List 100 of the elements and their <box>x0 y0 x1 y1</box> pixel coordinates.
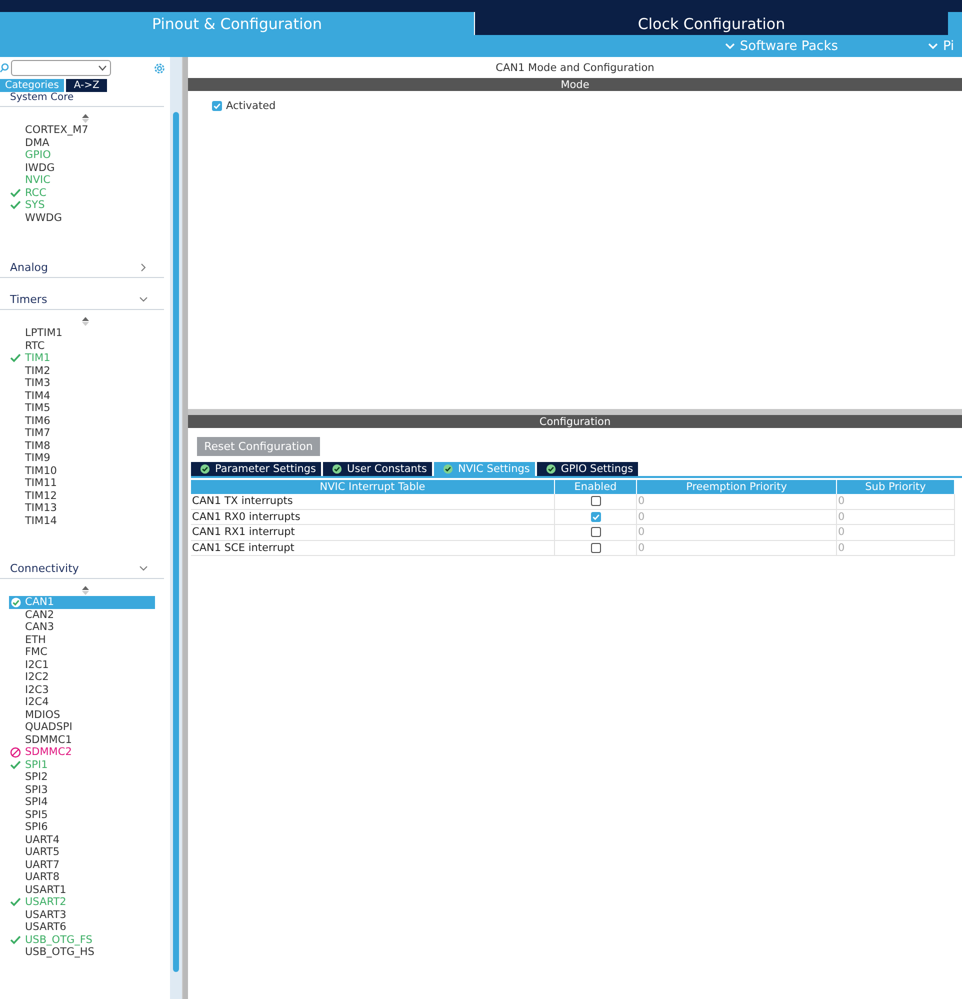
sidebar-item[interactable]: TIM11 <box>9 477 156 490</box>
sidebar-item[interactable]: SPI4 <box>9 796 156 808</box>
panel-title: CAN1 Mode and Configuration <box>494 60 656 76</box>
settings-icon[interactable] <box>153 62 166 74</box>
check-circle-icon <box>332 464 342 474</box>
sidebar-item[interactable]: TIM7 <box>9 427 156 440</box>
enabled-checkbox[interactable] <box>591 542 601 553</box>
sidebar-item[interactable]: TIM5 <box>9 402 156 414</box>
check-icon <box>592 512 600 521</box>
chevron-down-icon <box>139 295 148 304</box>
sidebar-item[interactable]: DMA <box>9 136 156 149</box>
section-heading[interactable]: System Core <box>0 92 164 107</box>
sidebar-item[interactable]: I2C2 <box>9 671 156 684</box>
sidebar-item[interactable]: USB_OTG_HS <box>9 946 156 958</box>
sidebar-item[interactable]: TIM12 <box>9 490 156 502</box>
sidebar-item[interactable]: CAN3 <box>9 621 156 634</box>
table-cell: 0 <box>637 494 837 510</box>
sidebar-item[interactable]: UART4 <box>9 834 156 846</box>
check-icon <box>10 760 21 770</box>
scrollbar-thumb[interactable] <box>173 112 180 972</box>
sidebar-item[interactable]: UART8 <box>9 871 156 884</box>
sidebar-item[interactable]: TIM10 <box>9 464 156 477</box>
sidebar-item[interactable]: UART7 <box>9 858 156 871</box>
sidebar-item[interactable]: I2C3 <box>9 684 156 696</box>
sidebar-item[interactable]: TIM2 <box>9 364 156 377</box>
table-cell: 0 <box>837 540 955 556</box>
enabled-checkbox[interactable] <box>591 512 601 522</box>
table-cell: 0 <box>837 494 955 510</box>
table-cell: 0 <box>637 510 837 525</box>
chevron-down-icon <box>724 42 735 50</box>
enabled-checkbox[interactable] <box>591 496 601 506</box>
table-cell: 0 <box>637 540 837 556</box>
sidebar-item[interactable]: WWDG <box>9 212 156 224</box>
sidebar-item[interactable]: TIM4 <box>9 390 156 402</box>
search-field[interactable] <box>11 60 111 76</box>
sidebar-item[interactable]: TIM3 <box>9 377 156 390</box>
sidebar-item[interactable]: TIM8 <box>9 440 156 452</box>
chevron-right-icon <box>139 263 148 272</box>
sidebar-item[interactable]: RTC <box>9 340 156 352</box>
sidebar-item[interactable]: SDMMC1 <box>9 734 156 746</box>
sidebar-item[interactable]: SPI2 <box>9 771 156 784</box>
table-cell: 0 <box>837 510 955 525</box>
main-tab[interactable]: Clock Configuration <box>474 12 948 35</box>
sidebar-item[interactable]: I2C1 <box>9 658 156 671</box>
check-circle-icon <box>546 464 556 474</box>
settings-tab[interactable]: Parameter Settings <box>191 462 322 476</box>
sidebar-item[interactable]: TIM14 <box>9 514 156 527</box>
table-cell: 0 <box>837 525 955 540</box>
settings-tab[interactable]: GPIO Settings <box>536 462 638 476</box>
sidebar-item[interactable]: CORTEX_M7 <box>9 124 156 136</box>
check-icon <box>10 188 21 198</box>
check-icon <box>10 200 21 210</box>
sidebar-item[interactable]: USART1 <box>9 884 156 896</box>
sidebar-item[interactable]: TIM9 <box>9 452 156 464</box>
sort-icon[interactable] <box>82 114 89 123</box>
sidebar-item[interactable]: LPTIM1 <box>9 327 156 340</box>
section-header: Configuration <box>188 415 962 428</box>
prohibited-icon <box>10 747 21 758</box>
section-heading[interactable]: Connectivity <box>0 559 164 579</box>
sidebar-item[interactable]: TIM13 <box>9 502 156 514</box>
sidebar-item[interactable]: MDIOS <box>9 708 156 721</box>
sidebar-item[interactable]: SPI5 <box>9 808 156 821</box>
sidebar-item[interactable]: CAN2 <box>9 608 156 621</box>
chevron-down-icon <box>98 65 107 71</box>
search-icon[interactable] <box>0 63 9 73</box>
enabled-checkbox[interactable] <box>591 527 601 538</box>
check-circle-icon <box>200 464 210 474</box>
sidebar-item[interactable]: QUADSPI <box>9 721 156 734</box>
sidebar-item[interactable]: USART3 <box>9 908 156 921</box>
sidebar-item[interactable]: I2C4 <box>9 696 156 708</box>
section-heading[interactable]: Timers <box>0 290 164 310</box>
table-cell: 0 <box>637 525 837 540</box>
check-icon <box>10 353 21 363</box>
sidebar-item[interactable]: TIM6 <box>9 414 156 427</box>
chevron-down-icon <box>139 564 148 573</box>
sidebar-item[interactable]: ETH <box>9 634 156 646</box>
check-icon <box>10 934 21 944</box>
sidebar-item[interactable]: IWDG <box>9 162 156 174</box>
check-circle-icon <box>443 464 453 474</box>
table-cell: CAN1 TX interrupts <box>191 494 555 510</box>
check-icon <box>213 102 221 110</box>
sidebar-item[interactable]: FMC <box>9 646 156 658</box>
check-circle-icon <box>10 597 22 608</box>
section-header: Mode <box>188 78 962 91</box>
sidebar-item[interactable]: SPI3 <box>9 784 156 796</box>
sort-icon[interactable] <box>82 586 89 595</box>
sidebar-item[interactable]: SDMMC2 <box>9 746 156 758</box>
check-icon <box>10 897 21 907</box>
section-heading[interactable]: Analog <box>0 258 164 278</box>
settings-tab[interactable]: User Constants <box>323 462 432 476</box>
sidebar-item[interactable]: SPI6 <box>9 821 156 834</box>
table-cell: CAN1 RX1 interrupt <box>191 525 555 540</box>
sidebar-item[interactable]: USART6 <box>9 921 156 934</box>
sidebar-item[interactable]: UART5 <box>9 846 156 858</box>
activated-checkbox[interactable]: Activated <box>212 100 938 112</box>
chevron-down-icon <box>928 42 938 50</box>
view-tab[interactable]: A->Z <box>66 79 108 92</box>
table-cell: CAN1 SCE interrupt <box>191 540 555 556</box>
table-cell: CAN1 RX0 interrupts <box>191 510 555 525</box>
sort-icon[interactable] <box>82 317 89 326</box>
